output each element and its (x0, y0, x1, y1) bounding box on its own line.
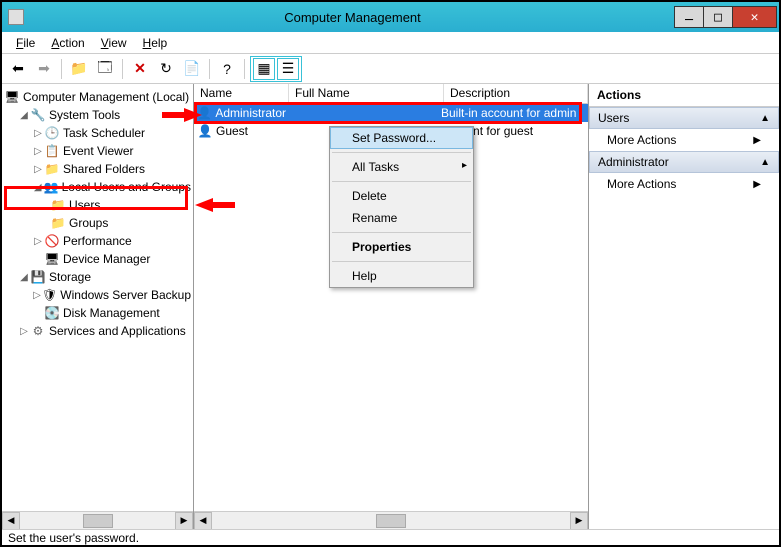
tree-device-manager-label: Device Manager (63, 252, 150, 266)
actions-section-admin-label: Administrator (598, 155, 669, 169)
actions-header: Actions (589, 84, 779, 107)
col-name[interactable]: Name (194, 84, 289, 103)
tree-root-label: Computer Management (Local) (23, 90, 189, 104)
submenu-icon: ▶ (753, 179, 761, 190)
actions-section-users-label: Users (598, 111, 629, 125)
tree-scrollbar[interactable]: ◀ ▶ (2, 511, 193, 529)
scroll-right-button[interactable]: ▶ (570, 512, 588, 530)
col-description[interactable]: Description (444, 84, 588, 103)
user-desc-label: Built-in account for admin (441, 106, 588, 120)
forward-button: ➡ (32, 57, 56, 81)
navigation-tree[interactable]: 🖥Computer Management (Local) ◢🔧System To… (2, 84, 193, 344)
tree-services-apps[interactable]: ▷⚙Services and Applications (4, 322, 191, 340)
up-button[interactable]: 📁 (67, 57, 91, 81)
user-name-label: Administrator (215, 106, 286, 120)
collapse-icon: ▲ (760, 113, 770, 124)
user-row-administrator[interactable]: 👤Administrator Built-in account for admi… (194, 104, 588, 122)
menu-view[interactable]: View (93, 34, 135, 52)
tree-system-tools[interactable]: ◢🔧System Tools (4, 106, 191, 124)
actions-section-admin[interactable]: Administrator ▲ (589, 151, 779, 173)
scroll-left-button[interactable]: ◀ (194, 512, 212, 530)
scroll-thumb[interactable] (376, 514, 406, 528)
actions-more-users-label: More Actions (607, 133, 676, 147)
window-title: Computer Management (30, 10, 675, 25)
tree-task-scheduler[interactable]: ▷🕒Task Scheduler (4, 124, 191, 142)
menu-file[interactable]: File (8, 34, 43, 52)
actions-more-admin[interactable]: More Actions ▶ (589, 173, 779, 195)
view-toggle-group: ▦ ☰ (250, 56, 302, 82)
ctx-set-password[interactable]: Set Password... (330, 127, 473, 149)
tree-groups[interactable]: 📁Groups (4, 214, 191, 232)
submenu-icon: ▶ (753, 135, 761, 146)
list-panel: Name Full Name Description 👤Administrato… (194, 84, 589, 529)
tree-local-users-label: Local Users and Groups (62, 180, 191, 194)
tree-users[interactable]: 📁Users (4, 196, 191, 214)
delete-button[interactable]: ✕ (128, 57, 152, 81)
tree-ws-backup-label: Windows Server Backup (60, 288, 191, 302)
refresh-button[interactable]: ↻ (154, 57, 178, 81)
tree-root[interactable]: 🖥Computer Management (Local) (4, 88, 191, 106)
title-bar: Computer Management (2, 2, 779, 32)
scroll-thumb[interactable] (83, 514, 113, 528)
actions-more-admin-label: More Actions (607, 177, 676, 191)
list-scrollbar[interactable]: ◀ ▶ (194, 511, 588, 529)
view-tile-button[interactable]: ▦ (253, 58, 275, 80)
menu-help[interactable]: Help (135, 34, 176, 52)
user-icon: 👤 (197, 123, 213, 139)
menu-bar: File Action View Help (2, 32, 779, 54)
maximize-button[interactable] (703, 6, 733, 28)
status-bar: Set the user's password. (2, 529, 779, 547)
tree-storage-label: Storage (49, 270, 91, 284)
toolbar: ⬅ ➡ 📁 🗔 ✕ ↻ 📄 ? ▦ ☰ (2, 54, 779, 84)
tree-users-label: Users (69, 198, 100, 212)
ctx-properties[interactable]: Properties (330, 236, 473, 258)
tree-panel: 🖥Computer Management (Local) ◢🔧System To… (2, 84, 194, 529)
back-button[interactable]: ⬅ (6, 57, 30, 81)
tree-disk-mgmt[interactable]: 💽Disk Management (4, 304, 191, 322)
tree-shared-folders-label: Shared Folders (63, 162, 145, 176)
view-list-button[interactable]: ☰ (277, 58, 299, 80)
help-button[interactable]: ? (215, 57, 239, 81)
minimize-button[interactable] (674, 6, 704, 28)
context-menu: Set Password... All Tasks Delete Rename … (329, 126, 474, 288)
menu-action[interactable]: Action (43, 34, 92, 52)
tree-groups-label: Groups (69, 216, 108, 230)
actions-panel: Actions Users ▲ More Actions ▶ Administr… (589, 84, 779, 529)
app-icon (8, 9, 24, 25)
tree-services-apps-label: Services and Applications (49, 324, 186, 338)
main-area: 🖥Computer Management (Local) ◢🔧System To… (2, 84, 779, 529)
properties-button[interactable]: 🗔 (93, 57, 117, 81)
tree-ws-backup[interactable]: ▷🛡Windows Server Backup (4, 286, 191, 304)
tree-device-manager[interactable]: 🖥Device Manager (4, 250, 191, 268)
tree-performance-label: Performance (63, 234, 132, 248)
tree-system-tools-label: System Tools (49, 108, 120, 122)
tree-task-scheduler-label: Task Scheduler (63, 126, 145, 140)
ctx-delete[interactable]: Delete (330, 185, 473, 207)
scroll-left-button[interactable]: ◀ (2, 512, 20, 530)
ctx-all-tasks[interactable]: All Tasks (330, 156, 473, 178)
scroll-right-button[interactable]: ▶ (175, 512, 193, 530)
col-full-name[interactable]: Full Name (289, 84, 444, 103)
list-body: 👤Administrator Built-in account for admi… (194, 104, 588, 140)
close-button[interactable] (732, 6, 777, 28)
tree-performance[interactable]: ▷🚫Performance (4, 232, 191, 250)
actions-section-users[interactable]: Users ▲ (589, 107, 779, 129)
tree-storage[interactable]: ◢💾Storage (4, 268, 191, 286)
tree-local-users-groups[interactable]: ◢👥Local Users and Groups (4, 178, 191, 196)
tree-disk-mgmt-label: Disk Management (63, 306, 160, 320)
actions-more-users[interactable]: More Actions ▶ (589, 129, 779, 151)
list-header: Name Full Name Description (194, 84, 588, 104)
tree-event-viewer[interactable]: ▷📋Event Viewer (4, 142, 191, 160)
tree-shared-folders[interactable]: ▷📁Shared Folders (4, 160, 191, 178)
ctx-rename[interactable]: Rename (330, 207, 473, 229)
collapse-icon: ▲ (760, 157, 770, 168)
ctx-help[interactable]: Help (330, 265, 473, 287)
user-name-label: Guest (216, 124, 248, 138)
export-button[interactable]: 📄 (180, 57, 204, 81)
tree-event-viewer-label: Event Viewer (63, 144, 133, 158)
user-icon: 👤 (197, 105, 212, 121)
